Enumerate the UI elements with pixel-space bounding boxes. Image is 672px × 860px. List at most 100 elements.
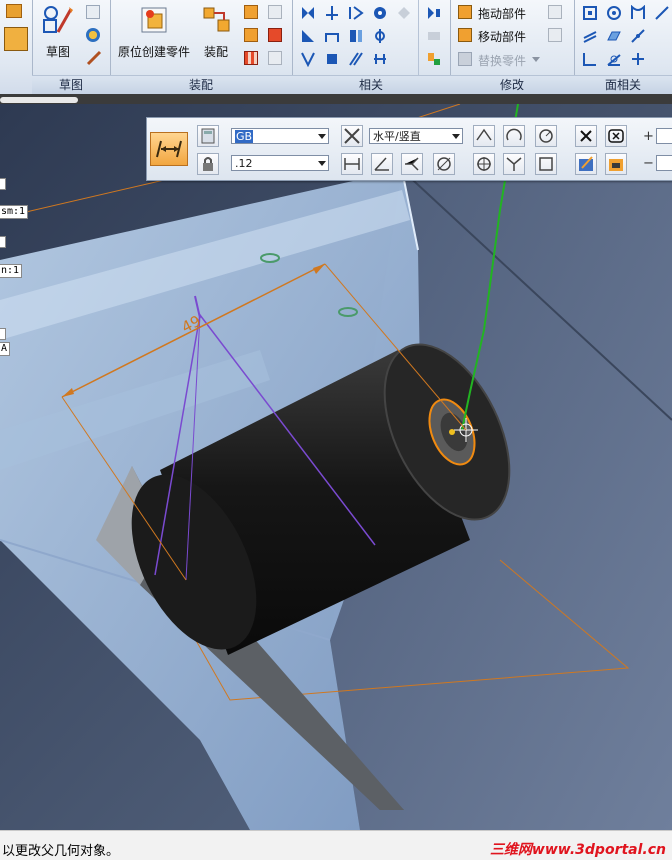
move-component-icon[interactable] [458, 28, 472, 42]
sketch-icon[interactable] [42, 4, 74, 36]
center-dimension-button[interactable] [473, 153, 495, 175]
pattern-icon[interactable] [244, 5, 258, 19]
assemble-icon[interactable] [202, 5, 232, 35]
modify-extra-icon [548, 5, 562, 19]
create-in-place-button[interactable]: 原位创建零件 [118, 43, 190, 60]
face-line-icon[interactable] [654, 5, 670, 21]
move-component-button[interactable]: 移动部件 [478, 28, 526, 45]
grounded-icon [428, 32, 440, 40]
cross-dimension-icon [344, 128, 360, 144]
face-square-icon[interactable] [582, 5, 598, 21]
standard-value: GB [235, 130, 254, 143]
horizontal-scrollbar[interactable] [0, 97, 78, 103]
part-icon[interactable] [6, 4, 22, 18]
face-circle-icon[interactable] [606, 5, 622, 21]
chevron-down-icon [532, 57, 540, 62]
copy-component-icon[interactable] [268, 28, 282, 42]
browser-tag-blank2[interactable] [0, 236, 6, 248]
connector-icon[interactable] [426, 51, 442, 67]
text-style-button[interactable] [605, 153, 627, 175]
symmetry-icon[interactable] [372, 28, 388, 44]
edge-dimension-button[interactable] [473, 125, 495, 147]
calculator-icon [201, 128, 215, 144]
parallel-icon[interactable] [348, 51, 364, 67]
drag-component-icon[interactable] [458, 5, 472, 19]
ordinate-dimension-button[interactable] [401, 153, 423, 175]
sketch-share-icon[interactable] [86, 28, 100, 42]
grid-pattern-icon[interactable] [244, 51, 258, 65]
plus-icon[interactable]: + [643, 129, 654, 144]
browser-tag-a[interactable]: A [0, 342, 11, 356]
flush-icon[interactable] [348, 28, 364, 44]
tangent-icon[interactable] [324, 28, 340, 44]
toolbar-extra-field-1[interactable] [656, 128, 672, 144]
diameter-dimension-button[interactable] [433, 153, 455, 175]
graphics-viewport[interactable]: 49 sm:1 n:1 A [0, 104, 672, 830]
mirror-icon [268, 5, 282, 19]
close-icon [580, 130, 592, 142]
standard-select[interactable]: GB [231, 128, 329, 144]
toolbar-extra-field-2[interactable] [656, 155, 672, 171]
dimension-icon [156, 140, 182, 158]
precision-select[interactable]: .12 [231, 155, 329, 171]
close-circle-icon [608, 129, 624, 143]
ribbon: 草图 草图 原位创建零件 装配 装配 相关 拖动部件 移动部件 替换零件 修改 … [0, 0, 672, 95]
constraint-icon[interactable] [300, 51, 316, 67]
ribbon-group-assemble: 原位创建零件 装配 装配 [110, 0, 293, 95]
dimension-type-button[interactable] [341, 125, 363, 147]
face-arc-icon[interactable] [630, 5, 646, 21]
align-icon[interactable] [324, 5, 340, 21]
minus-icon[interactable]: − [643, 156, 654, 171]
replace-component-icon[interactable] [244, 28, 258, 42]
browser-tag-sm[interactable]: sm:1 [0, 205, 29, 219]
offset-icon[interactable] [372, 51, 388, 67]
delete-all-button[interactable] [605, 125, 627, 147]
ribbon-group-label: 面相关 [574, 75, 672, 95]
face-plane-icon[interactable] [606, 28, 622, 44]
assemble-button[interactable]: 装配 [204, 43, 228, 60]
pencil-icon[interactable] [86, 50, 102, 66]
browser-tag-n[interactable]: n:1 [0, 264, 23, 278]
general-dimension-button[interactable] [150, 132, 188, 166]
ribbon-group-sketch: 草图 草图 [32, 0, 111, 95]
site-watermark: 三维网www.3dportal.cn [489, 842, 666, 858]
diameter-icon [437, 157, 451, 171]
angle-dimension-button[interactable] [371, 153, 393, 175]
arc-dimension-button[interactable] [503, 125, 525, 147]
gear-icon[interactable] [372, 5, 388, 21]
orientation-select[interactable]: 水平/竖直 [369, 128, 463, 144]
face-corner-icon[interactable] [582, 51, 598, 67]
chain-dimension-button[interactable] [503, 153, 525, 175]
ribbon-group-label: 装配 [110, 75, 292, 95]
delete-button[interactable] [575, 125, 597, 147]
chevron-down-icon [318, 134, 326, 139]
mate-icon[interactable] [300, 5, 316, 21]
edge-icon [476, 128, 492, 141]
chevron-down-icon [452, 134, 460, 139]
center-icon [477, 157, 491, 171]
ribbon-group-label: 相关 [292, 75, 450, 95]
angle-icon[interactable] [300, 28, 316, 44]
ribbon-group-relate: 相关 [292, 0, 451, 95]
motion-icon[interactable] [324, 51, 340, 67]
chevron-down-icon [318, 161, 326, 166]
sketch-copy-icon[interactable] [86, 5, 100, 19]
horizontal-dimension-button[interactable] [341, 153, 363, 175]
sketch-button[interactable]: 草图 [46, 43, 70, 60]
face-slope-icon[interactable] [630, 28, 646, 44]
face-icon[interactable] [4, 27, 28, 51]
face-parallel-icon[interactable] [582, 28, 598, 44]
browser-tag-blank[interactable] [0, 178, 6, 190]
browser-tag-blank3[interactable] [0, 328, 6, 340]
calculator-button[interactable] [197, 125, 219, 147]
drag-component-button[interactable]: 拖动部件 [478, 5, 526, 22]
dimension-style-button[interactable] [575, 153, 597, 175]
create-in-place-icon[interactable] [140, 6, 168, 34]
radius-dimension-button[interactable] [535, 125, 557, 147]
position-icon[interactable] [426, 5, 442, 21]
insert-icon[interactable] [348, 5, 364, 21]
plus-icon[interactable] [630, 51, 646, 67]
face-angle-icon[interactable] [606, 51, 622, 67]
baseline-dimension-button[interactable] [535, 153, 557, 175]
lock-button[interactable] [197, 153, 219, 175]
